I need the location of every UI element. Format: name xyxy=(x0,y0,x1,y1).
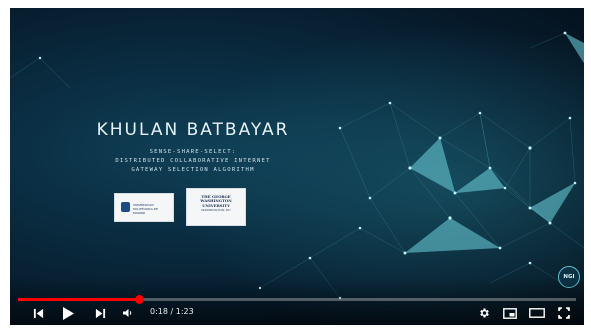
player-controls: 0:18 / 1:23 xyxy=(10,303,584,323)
time-display: 0:18 / 1:23 xyxy=(150,307,194,316)
video-player[interactable]: KHULAN BATBAYAR SENSE-SHARE-SELECT: DIST… xyxy=(10,8,584,325)
slide-subtitle: SENSE-SHARE-SELECT: DISTRIBUTED COLLABOR… xyxy=(78,148,308,175)
play-button[interactable] xyxy=(58,303,78,323)
miniplayer-icon xyxy=(503,307,517,319)
theater-mode-icon xyxy=(529,308,545,318)
crest-icon xyxy=(121,202,130,212)
play-icon xyxy=(63,306,74,320)
duration: 1:23 xyxy=(175,307,194,316)
subtitle-line: DISTRIBUTED COLLABORATIVE INTERNET xyxy=(115,158,271,164)
logo-text: THE GEORGE WASHINGTON UNIVERSITY WASHING… xyxy=(190,194,242,213)
time-separator: / xyxy=(170,307,174,316)
fullscreen-button[interactable] xyxy=(554,303,574,323)
miniplayer-button[interactable] xyxy=(500,303,520,323)
volume-icon xyxy=(123,309,132,317)
skip-next-button[interactable] xyxy=(90,303,110,323)
university-logo-left: UNIVERSIDAD POLITÉCNICA DE MADRID xyxy=(114,193,174,222)
subtitle-line: GATEWAY SELECTION ALGORITHM xyxy=(131,167,255,173)
skip-next-icon xyxy=(95,308,105,318)
slide-title: KHULAN BATBAYAR xyxy=(96,120,290,140)
skip-previous-icon xyxy=(33,308,43,318)
progress-played xyxy=(18,298,140,301)
logo-line: WASHINGTON, DC xyxy=(201,208,231,213)
settings-button[interactable] xyxy=(474,303,494,323)
logo-text: UNIVERSIDAD POLITÉCNICA DE MADRID xyxy=(133,203,158,215)
subtitle-line: SENSE-SHARE-SELECT: xyxy=(149,149,237,155)
settings-gear-icon xyxy=(480,308,489,318)
volume-button[interactable] xyxy=(118,303,138,323)
progress-bar[interactable] xyxy=(18,295,576,304)
fullscreen-icon xyxy=(558,307,570,319)
current-time: 0:18 xyxy=(150,307,168,316)
skip-previous-button[interactable] xyxy=(28,303,48,323)
theater-mode-button[interactable] xyxy=(526,303,548,323)
university-logo-right: THE GEORGE WASHINGTON UNIVERSITY WASHING… xyxy=(186,188,246,226)
